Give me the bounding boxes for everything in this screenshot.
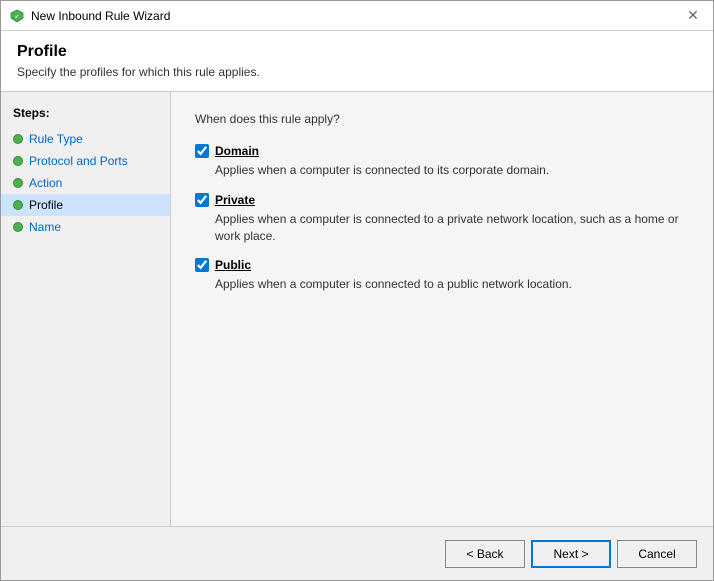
domain-checkbox-wrapper[interactable] (195, 144, 209, 158)
private-option: Private Applies when a computer is conne… (195, 193, 689, 245)
private-description: Applies when a computer is connected to … (215, 211, 689, 245)
step-dot-protocol-ports (13, 156, 23, 166)
main-panel: When does this rule apply? Domain Applie… (171, 92, 713, 526)
sidebar-label-rule-type: Rule Type (29, 132, 83, 146)
step-dot-profile (13, 200, 23, 210)
titlebar-title: New Inbound Rule Wizard (31, 9, 681, 23)
sidebar-label-protocol-ports: Protocol and Ports (29, 154, 128, 168)
sidebar-item-profile[interactable]: Profile (1, 194, 170, 216)
sidebar-item-rule-type[interactable]: Rule Type (1, 128, 170, 150)
page-subtitle: Specify the profiles for which this rule… (17, 65, 697, 79)
page-title: Profile (17, 43, 697, 61)
app-icon: ✓ (9, 8, 25, 24)
next-button[interactable]: Next > (531, 540, 611, 568)
public-description: Applies when a computer is connected to … (215, 276, 689, 293)
cancel-button[interactable]: Cancel (617, 540, 697, 568)
domain-option-header: Domain (195, 144, 689, 158)
wizard-window: ✓ New Inbound Rule Wizard ✕ Profile Spec… (0, 0, 714, 581)
public-checkbox[interactable] (195, 258, 209, 272)
close-button[interactable]: ✕ (681, 4, 705, 28)
public-option-header: Public (195, 258, 689, 272)
step-dot-action (13, 178, 23, 188)
domain-description: Applies when a computer is connected to … (215, 162, 689, 179)
sidebar-label-action: Action (29, 176, 62, 190)
private-option-header: Private (195, 193, 689, 207)
sidebar-label-profile: Profile (29, 198, 63, 212)
sidebar-item-protocol-ports[interactable]: Protocol and Ports (1, 150, 170, 172)
step-dot-rule-type (13, 134, 23, 144)
private-checkbox-wrapper[interactable] (195, 193, 209, 207)
question-text: When does this rule apply? (195, 112, 689, 126)
domain-checkbox[interactable] (195, 144, 209, 158)
page-header: Profile Specify the profiles for which t… (1, 31, 713, 92)
public-label: Public (215, 258, 251, 272)
steps-label: Steps: (1, 102, 170, 128)
domain-label: Domain (215, 144, 259, 158)
private-label: Private (215, 193, 255, 207)
content-area: Steps: Rule Type Protocol and Ports Acti… (1, 92, 713, 526)
back-button[interactable]: < Back (445, 540, 525, 568)
footer: < Back Next > Cancel (1, 526, 713, 580)
public-checkbox-wrapper[interactable] (195, 258, 209, 272)
sidebar-item-name[interactable]: Name (1, 216, 170, 238)
domain-option: Domain Applies when a computer is connec… (195, 144, 689, 179)
sidebar-label-name: Name (29, 220, 61, 234)
public-option: Public Applies when a computer is connec… (195, 258, 689, 293)
private-checkbox[interactable] (195, 193, 209, 207)
titlebar: ✓ New Inbound Rule Wizard ✕ (1, 1, 713, 31)
svg-text:✓: ✓ (14, 14, 19, 20)
step-dot-name (13, 222, 23, 232)
steps-sidebar: Steps: Rule Type Protocol and Ports Acti… (1, 92, 171, 526)
sidebar-item-action[interactable]: Action (1, 172, 170, 194)
